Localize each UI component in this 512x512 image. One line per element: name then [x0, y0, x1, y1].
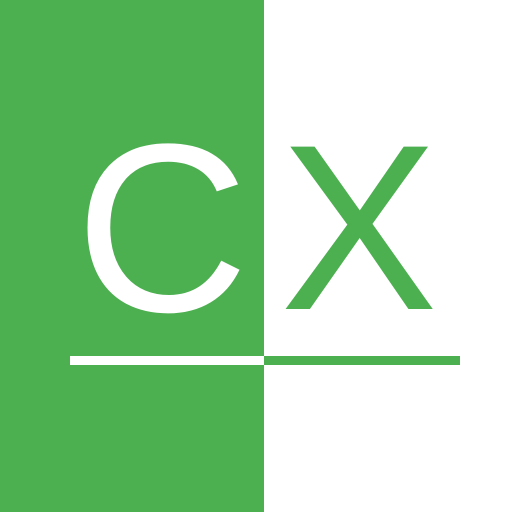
logo-underline-white — [70, 356, 264, 365]
logo-letter-c: C — [75, 94, 249, 362]
logo-letter-x: X — [280, 96, 438, 360]
cx-logo: C X — [0, 0, 512, 512]
logo-underline-green — [264, 356, 460, 365]
